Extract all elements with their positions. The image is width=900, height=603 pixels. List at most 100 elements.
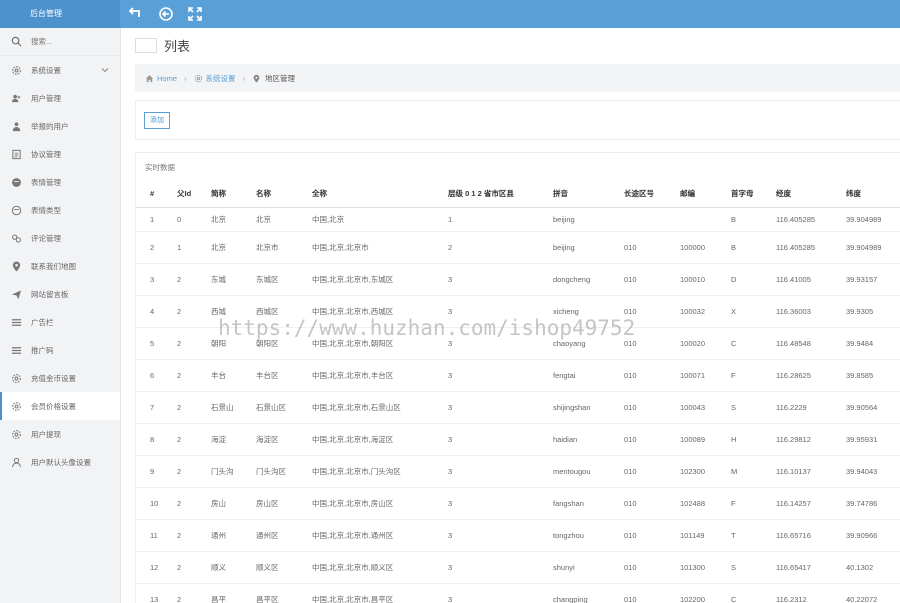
table-cell: 2: [163, 294, 197, 327]
table-cell: 房山: [197, 486, 242, 519]
sidebar-item-contact-map[interactable]: 联系我们地图: [0, 252, 120, 280]
table-cell: 116.65417: [762, 550, 832, 583]
sidebar-item-message-board[interactable]: 网站留言板: [0, 280, 120, 308]
sidebar-item-emoji-type[interactable]: 表情类型: [0, 196, 120, 224]
table-cell: F: [717, 358, 762, 391]
table-cell: B: [717, 206, 762, 231]
table-cell: 010: [610, 262, 666, 295]
page-header: 列表: [121, 28, 900, 62]
table-cell: fengtai: [539, 358, 610, 391]
table-cell: 010: [610, 486, 666, 519]
table-cell: 39.90966: [832, 518, 900, 551]
sidebar-item-label: 系统设置: [31, 65, 61, 75]
sidebar-item-member-price[interactable]: 会员价格设置: [0, 392, 120, 420]
table-cell: 2: [163, 486, 197, 519]
table-row[interactable]: 2 1 北京 北京市 中国,北京,北京市 2 beijing 010 100000 B 116.40…: [136, 230, 900, 263]
sidebar-item-label: 充值金币设置: [31, 373, 76, 383]
table-cell: 3: [434, 486, 539, 519]
table-cell: 100032: [666, 294, 717, 327]
table-row[interactable]: 12 2 顺义 顺义区 中国,北京,北京市,顺义区 3 shunyi 010 101300 S 11…: [136, 550, 900, 583]
table-cell: 010: [610, 550, 666, 583]
table-cell: 10: [136, 486, 163, 519]
table-cell: 2: [163, 550, 197, 583]
table-cell: 40.1302: [832, 550, 900, 583]
table-row[interactable]: 10 2 房山 房山区 中国,北京,北京市,房山区 3 fangshan 010 102488 F…: [136, 486, 900, 519]
back-arrow-icon[interactable]: [128, 6, 144, 22]
sidebar-item-system-settings[interactable]: 系统设置: [0, 56, 120, 84]
sidebar-item-default-avatar[interactable]: 用户默认头像设置: [0, 448, 120, 476]
table-cell: 西城: [197, 294, 242, 327]
sidebar-item-comments[interactable]: 评论管理: [0, 224, 120, 252]
data-panel: 实时数据 # 父Id 简称 名称 全称 层级 0 1 2 省市区县 拼音 长途区号 邮编 首字母经…: [135, 152, 900, 603]
table-row[interactable]: 8 2 海淀 海淀区 中国,北京,北京市,海淀区 3 haidian 010 100089 H 11…: [136, 422, 900, 455]
table-cell: 11: [136, 518, 163, 551]
user-report-icon: [11, 121, 22, 132]
table-cell: 通州区: [242, 518, 298, 551]
sidebar-item-label: 表情管理: [31, 177, 61, 187]
table-cell: C: [717, 582, 762, 603]
table-cell: 海淀: [197, 422, 242, 455]
sidebar-item-reported-users[interactable]: 举报的用户: [0, 112, 120, 140]
table-cell: 2: [434, 230, 539, 263]
add-button[interactable]: 添加: [144, 112, 170, 129]
sidebar-item-recharge-settings[interactable]: 充值金币设置: [0, 364, 120, 392]
top-navbar: 后台管理: [0, 0, 900, 28]
table-cell: 010: [610, 326, 666, 359]
table-cell: 2: [163, 262, 197, 295]
data-panel-title: 实时数据: [145, 163, 175, 172]
table-cell: 100043: [666, 390, 717, 423]
column-header: #: [136, 181, 163, 208]
table-row[interactable]: 3 2 东城 东城区 中国,北京,北京市,东城区 3 dongcheng 010 100010 D…: [136, 262, 900, 295]
table-row[interactable]: 5 2 朝阳 朝阳区 中国,北京,北京市,朝阳区 3 chaoyang 010 100020 C 1…: [136, 326, 900, 359]
sidebar-item-ad-bar[interactable]: 广告栏: [0, 308, 120, 336]
table-cell: 1: [163, 230, 197, 263]
table-cell: chaoyang: [539, 326, 610, 359]
column-header: 经度: [762, 181, 832, 208]
sidebar-item-emoji[interactable]: 表情管理: [0, 168, 120, 196]
table-cell: 116.36003: [762, 294, 832, 327]
sidebar-item-promo-code[interactable]: 推广码: [0, 336, 120, 364]
table-cell: 010: [610, 358, 666, 391]
sidebar-search[interactable]: 搜索...: [0, 28, 120, 56]
breadcrumb-system-settings[interactable]: 系统设置: [194, 73, 236, 84]
table-cell: 1: [434, 206, 539, 231]
table-cell: 39.95931: [832, 422, 900, 455]
sidebar-item-agreement[interactable]: 协议管理: [0, 140, 120, 168]
table-row[interactable]: 9 2 门头沟 门头沟区 中国,北京,北京市,门头沟区 3 mentougou 010 1023…: [136, 454, 900, 487]
column-header: 全称: [298, 181, 434, 208]
table-cell: 100020: [666, 326, 717, 359]
table-cell: 010: [610, 454, 666, 487]
fullscreen-icon[interactable]: [187, 6, 203, 22]
sidebar-item-withdrawal[interactable]: 用户提现: [0, 420, 120, 448]
table-cell: 101300: [666, 550, 717, 583]
table-row[interactable]: 7 2 石景山 石景山区 中国,北京,北京市,石景山区 3 shijingshan 010 10…: [136, 390, 900, 423]
table-cell: 中国,北京,北京市,丰台区: [298, 358, 434, 391]
table-cell: 3: [434, 358, 539, 391]
sidebar-item-user-management[interactable]: 用户管理: [0, 84, 120, 112]
table-cell: D: [717, 262, 762, 295]
table-row[interactable]: 11 2 通州 通州区 中国,北京,北京市,通州区 3 tongzhou 010 101149 T…: [136, 518, 900, 551]
map-marker-icon: [253, 74, 260, 83]
table-row[interactable]: 13 2 昌平 昌平区 中国,北京,北京市,昌平区 3 changping 010 102200…: [136, 582, 900, 603]
column-header: 简称: [197, 181, 242, 208]
table-cell: 39.9484: [832, 326, 900, 359]
table-cell: 房山区: [242, 486, 298, 519]
table-row[interactable]: 4 2 西城 西城区 中国,北京,北京市,西城区 3 xicheng 010 100032 X 11…: [136, 294, 900, 327]
sidebar-item-label: 会员价格设置: [31, 401, 76, 411]
column-header: 拼音: [539, 181, 610, 208]
table-cell: 102488: [666, 486, 717, 519]
table-cell: H: [717, 422, 762, 455]
table-row[interactable]: 6 2 丰台 丰台区 中国,北京,北京市,丰台区 3 fengtai 010 100071 F 11…: [136, 358, 900, 391]
table-cell: 4: [136, 294, 163, 327]
table-cell: 东城: [197, 262, 242, 295]
breadcrumb-home[interactable]: Home: [145, 74, 177, 83]
table-cell: 8: [136, 422, 163, 455]
table-cell: 116.28625: [762, 358, 832, 391]
gear-icon: [11, 401, 22, 412]
table-row[interactable]: 1 0 北京 北京 中国,北京 1 beijing B 116.405285 39.904989: [136, 206, 900, 231]
table-cell: F: [717, 486, 762, 519]
circle-back-icon[interactable]: [158, 6, 174, 22]
column-header: 长途区号: [610, 181, 666, 208]
table-cell: 3: [434, 422, 539, 455]
table-cell: 2: [136, 230, 163, 263]
